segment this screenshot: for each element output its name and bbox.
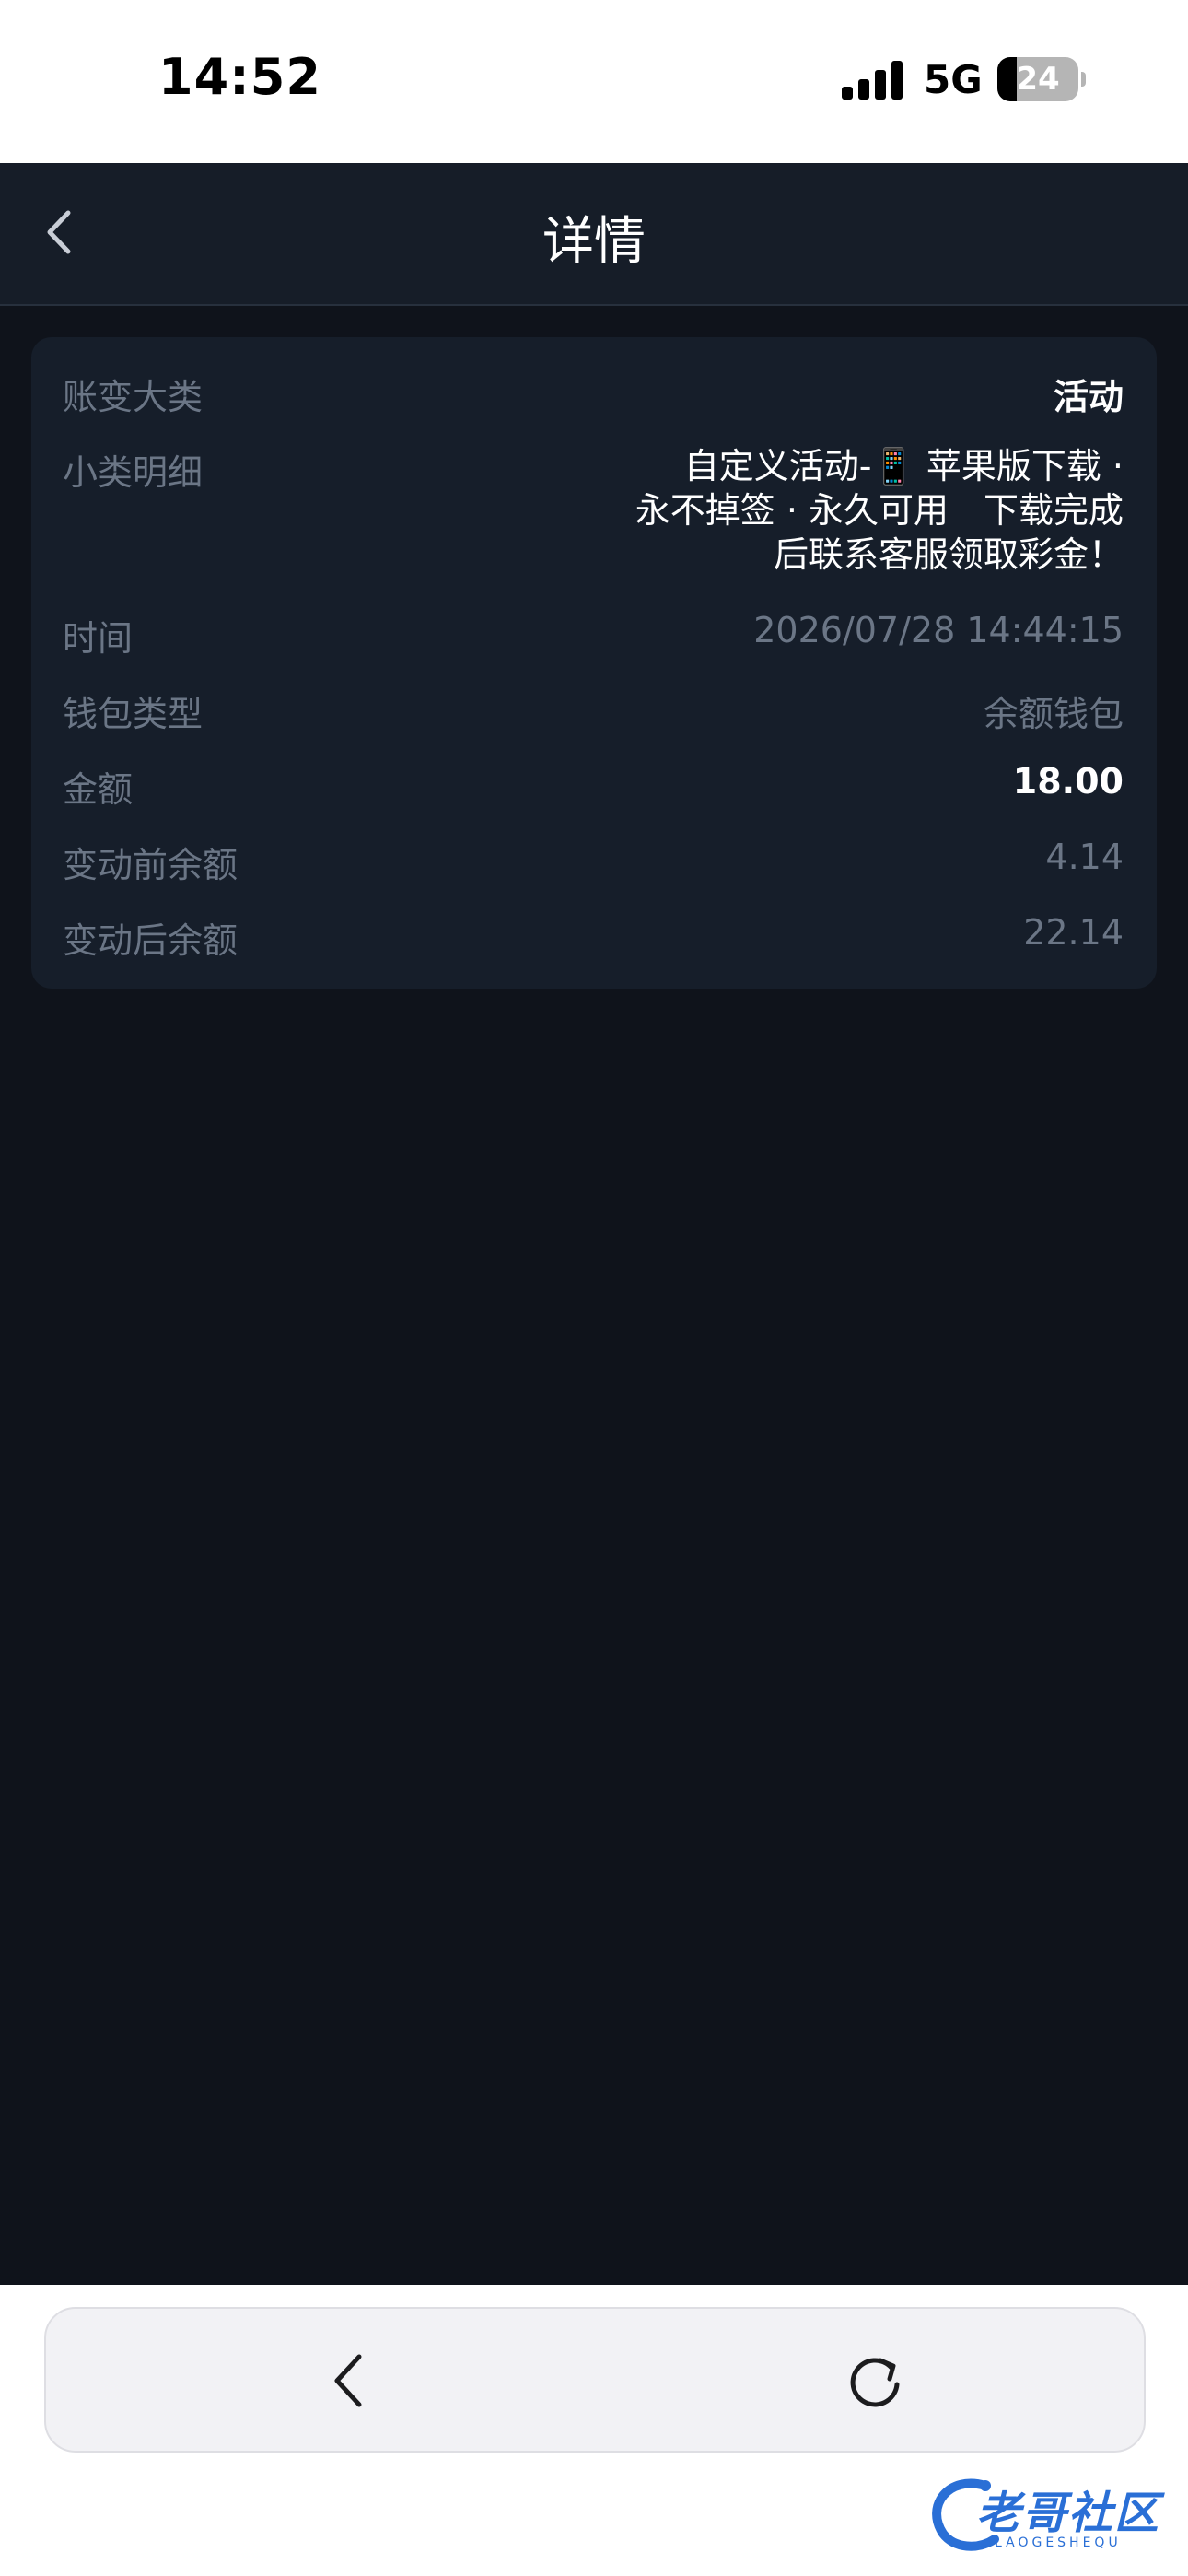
transaction-detail-card: 账变大类 活动 小类明细 自定义活动-📱 苹果版下载 · 永不掉签 · 永久可用… xyxy=(31,337,1157,989)
description-line: 永不掉签 · 永久可用 下载完成 xyxy=(635,490,1124,531)
cellular-signal-icon xyxy=(842,61,903,100)
detail-value: 活动 xyxy=(1053,377,1124,417)
browser-refresh-button[interactable] xyxy=(838,2344,912,2418)
detail-row-balance-after: 变动后余额 22.14 xyxy=(63,912,1124,963)
detail-value: 余额钱包 xyxy=(983,694,1124,734)
description-line: 自定义活动-📱 苹果版下载 · xyxy=(683,446,1124,486)
battery-icon: 24 xyxy=(997,57,1086,101)
watermark-subtext: LAOGESHEQU xyxy=(995,2535,1122,2550)
detail-row-wallet-type: 钱包类型 余额钱包 xyxy=(63,685,1124,736)
detail-label: 小类明细 xyxy=(63,452,204,493)
detail-row-balance-before: 变动前余额 4.14 xyxy=(63,837,1124,887)
status-time: 14:52 xyxy=(158,48,321,106)
nav-bar: 详情 xyxy=(0,163,1188,306)
detail-label: 变动后余额 xyxy=(63,920,239,961)
detail-value-amount: 18.00 xyxy=(1012,761,1124,802)
browser-toolbar xyxy=(44,2307,1146,2453)
detail-row-amount: 金额 18.00 xyxy=(63,761,1124,812)
detail-value: 22.14 xyxy=(1023,912,1124,953)
status-bar: 14:52 5G 24 xyxy=(0,0,1188,163)
browser-back-button[interactable] xyxy=(313,2344,387,2418)
detail-label: 时间 xyxy=(63,618,134,659)
description-line: 后联系客服领取彩金！ xyxy=(773,534,1124,575)
detail-value: 2026/07/28 14:44:15 xyxy=(753,610,1124,650)
detail-label: 金额 xyxy=(63,769,134,810)
network-type: 5G xyxy=(924,57,983,102)
page-title: 详情 xyxy=(542,212,646,272)
detail-value-description: 自定义活动-📱 苹果版下载 · 永不掉签 · 永久可用 下载完成 后联系客服领取… xyxy=(553,444,1124,577)
detail-value: 4.14 xyxy=(1045,837,1124,877)
chevron-left-icon xyxy=(334,2354,362,2407)
refresh-icon xyxy=(850,2358,900,2407)
detail-label: 钱包类型 xyxy=(63,694,204,734)
detail-row-subcategory: 小类明细 自定义活动-📱 苹果版下载 · 永不掉签 · 永久可用 下载完成 后联… xyxy=(63,444,1124,577)
watermark-logo: 老哥社区 LAOGESHEQU xyxy=(921,2469,1179,2561)
detail-label: 账变大类 xyxy=(63,377,204,417)
watermark-text: 老哥社区 xyxy=(976,2488,1161,2539)
detail-row-time: 时间 2026/07/28 14:44:15 xyxy=(63,610,1124,661)
battery-percentage: 24 xyxy=(1016,61,1060,98)
detail-row-category: 账变大类 活动 xyxy=(63,369,1124,419)
detail-label: 变动前余额 xyxy=(63,845,239,885)
